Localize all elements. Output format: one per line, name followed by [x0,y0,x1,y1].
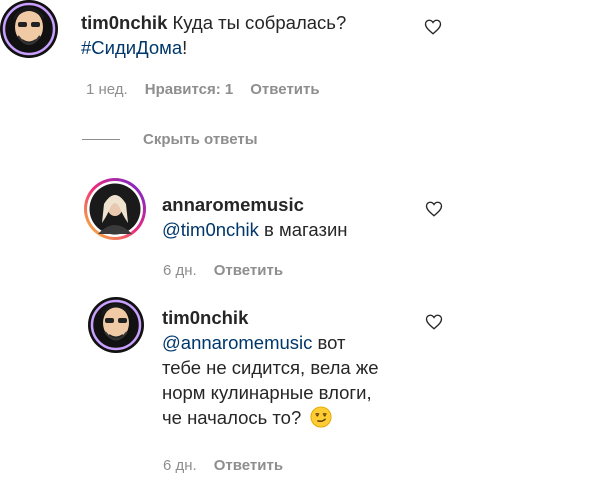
comment-body: tim0nchik Куда ты собралась? #СидиДома! [81,10,401,60]
reply-meta: 6 дн. Ответить [163,262,283,279]
comment-text: Куда ты собралась? [172,12,347,33]
reply-button[interactable]: Ответить [214,457,283,474]
reply-body: tim0nchik @annaromemusic вот тебе не сид… [162,305,422,430]
mention-link[interactable]: @tim0nchik [162,219,259,240]
avatar[interactable] [88,297,144,353]
mention-link[interactable]: @annaromemusic [162,332,312,353]
hide-replies-button[interactable]: Скрыть ответы [143,131,258,148]
like-heart-icon[interactable] [425,313,443,331]
smirking-face-icon [310,406,332,428]
reply-text-line4: че началось то? [162,407,302,428]
comment-text-end: ! [182,37,188,58]
reply-time[interactable]: 6 дн. [163,457,197,474]
reply-text-line2: тебе не сидится, вела же [162,357,379,378]
reply-button[interactable]: Ответить [250,81,319,98]
reply-username[interactable]: tim0nchik [162,307,248,328]
avatar[interactable] [84,178,146,240]
reply-username[interactable]: annaromemusic [162,194,304,215]
comments-section: tim0nchik Куда ты собралась? #СидиДома! … [0,0,600,495]
reply-meta: 6 дн. Ответить [163,457,283,474]
like-heart-icon[interactable] [425,200,443,218]
reply-button[interactable]: Ответить [214,262,283,279]
like-heart-icon[interactable] [424,18,442,36]
hashtag-link[interactable]: #СидиДома [81,37,182,58]
reply-time[interactable]: 6 дн. [163,262,197,279]
comment-username[interactable]: tim0nchik [81,12,167,33]
reply-text-line1: вот [312,332,346,353]
avatar[interactable] [0,0,58,58]
hide-replies-line [82,139,120,140]
comment-time[interactable]: 1 нед. [86,81,128,98]
comment-meta: 1 нед. Нравится: 1 Ответить [86,81,320,98]
reply-text-line3: норм кулинарные влоги, [162,382,372,403]
reply-body: annaromemusic @tim0nchik в магазин [162,192,422,242]
comment-likes[interactable]: Нравится: 1 [145,81,234,98]
reply-text: в магазин [258,219,348,240]
